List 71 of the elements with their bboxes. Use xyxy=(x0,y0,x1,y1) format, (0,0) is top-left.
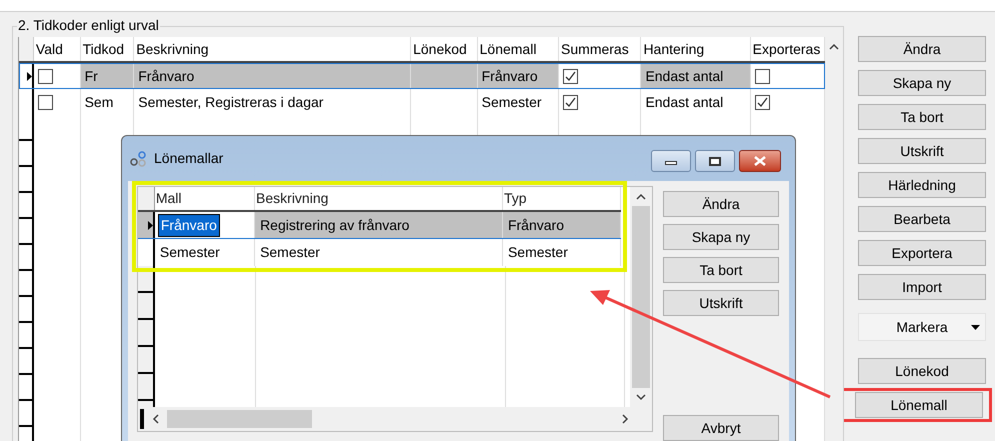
table-cell-text: Semester xyxy=(158,243,221,262)
dialog-title: Lönemallar xyxy=(154,149,224,168)
button[interactable]: Exportera xyxy=(858,240,986,266)
button[interactable]: Utskrift xyxy=(858,138,986,164)
column-header[interactable]: Lönekod xyxy=(411,37,478,61)
column-header[interactable]: Vald xyxy=(34,37,81,61)
button[interactable]: Skapa ny xyxy=(663,224,779,250)
caret-icon xyxy=(971,325,980,330)
close-button[interactable] xyxy=(739,150,781,172)
app-icon xyxy=(130,150,148,166)
maximize-button[interactable] xyxy=(695,150,735,172)
row-pointer-icon xyxy=(26,72,32,80)
table-cell-text: Registrering av frånvaro xyxy=(259,216,410,235)
column-header[interactable]: Beskrivning xyxy=(134,37,412,61)
column-header[interactable]: Lönemall xyxy=(478,37,560,61)
minimize-button[interactable] xyxy=(651,150,691,172)
checkbox[interactable] xyxy=(563,94,578,110)
scroll-right-icon[interactable] xyxy=(622,414,629,424)
scroll-thumb[interactable] xyxy=(167,410,312,428)
button[interactable]: Lönemall xyxy=(855,392,983,418)
column-header[interactable]: Beskrivning xyxy=(255,187,503,210)
button[interactable]: Ändra xyxy=(663,191,779,217)
horizontal-scrollbar[interactable] xyxy=(138,407,631,431)
scroll-up-icon[interactable] xyxy=(636,193,646,200)
checkbox[interactable] xyxy=(754,94,770,110)
scroll-down-icon[interactable] xyxy=(636,394,646,401)
row-pointer-icon xyxy=(148,220,153,230)
checkbox[interactable] xyxy=(38,94,53,110)
checkbox[interactable] xyxy=(754,68,770,84)
scroll-thumb[interactable] xyxy=(632,206,650,388)
checkbox[interactable] xyxy=(38,68,53,84)
button[interactable]: Bearbeta xyxy=(858,206,986,232)
group-title: 2. Tidkoder enligt urval xyxy=(17,17,160,33)
column-header[interactable]: Tidkod xyxy=(80,37,134,61)
cancel-button[interactable]: Avbryt xyxy=(663,415,779,441)
maximize-icon xyxy=(709,156,721,166)
table-cell-text: Sem xyxy=(84,92,114,112)
table-cell-text: Semester, Registreras i dagar xyxy=(138,92,324,112)
minimize-icon xyxy=(665,161,677,165)
table-cell: Frånvaro xyxy=(158,214,220,236)
button[interactable]: Import xyxy=(858,274,986,300)
column-header[interactable]: Typ xyxy=(502,187,621,210)
button[interactable]: Utskrift xyxy=(663,290,779,316)
table-cell-text: Frånvaro xyxy=(138,66,194,86)
table-cell-text: Endast antal xyxy=(645,66,724,86)
button[interactable]: Lönekod xyxy=(858,358,986,384)
corner-header xyxy=(19,37,34,61)
column-header[interactable]: Summeras xyxy=(559,37,642,61)
button[interactable]: Ta bort xyxy=(663,257,779,283)
table-cell-text: Semester xyxy=(506,243,569,262)
table-row[interactable]: Frånvaro Registrering av frånvaro Frånvaro xyxy=(138,212,621,239)
column-header[interactable]: Hantering xyxy=(641,37,751,61)
table-cell-text: Semester xyxy=(259,243,321,262)
button[interactable]: Ta bort xyxy=(858,104,986,130)
button[interactable]: Ändra xyxy=(858,36,986,62)
table-cell-text: Fr xyxy=(84,66,98,86)
button[interactable]: Härledning xyxy=(858,172,986,198)
table-cell-text: Semester xyxy=(482,92,542,112)
close-icon xyxy=(754,156,766,166)
table-row[interactable]: Sem Semester, Registreras i dagar Semester Endast antal xyxy=(19,89,826,115)
scroll-up-icon[interactable] xyxy=(829,43,840,50)
scroll-left-icon[interactable] xyxy=(152,414,159,424)
column-header[interactable]: Mall xyxy=(154,187,256,210)
button[interactable]: Skapa ny xyxy=(858,70,986,96)
table-row[interactable]: Fr Frånvaro Frånvaro Endast antal xyxy=(19,63,826,89)
corner-header xyxy=(138,187,155,210)
table-cell-text: Frånvaro xyxy=(482,66,538,86)
checkbox[interactable] xyxy=(563,68,578,84)
dropdown-button[interactable]: Markera xyxy=(858,313,986,341)
table-cell-text: Endast antal xyxy=(645,92,724,112)
table-cell-text: Frånvaro xyxy=(506,216,565,234)
